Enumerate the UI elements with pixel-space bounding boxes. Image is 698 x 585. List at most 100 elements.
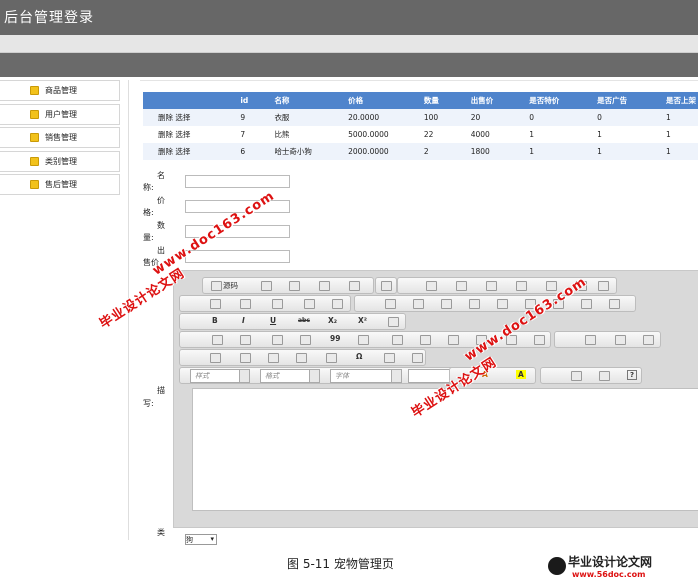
sidebar-item-users[interactable]: 用户管理	[0, 103, 120, 125]
spellcheck-icon[interactable]	[304, 299, 315, 309]
row-actions[interactable]: 删除 选择	[143, 143, 241, 160]
sidebar-item-label: 类别管理	[45, 156, 77, 166]
special-char-button[interactable]: Ω	[356, 352, 362, 361]
select-all-icon[interactable]	[272, 299, 283, 309]
div-icon[interactable]	[358, 335, 369, 345]
cell-special: 1	[529, 143, 598, 160]
iframe-icon[interactable]	[412, 353, 423, 363]
row-actions[interactable]: 删除 选择	[143, 126, 241, 143]
chevron-down-icon	[391, 370, 401, 382]
superscript-button[interactable]: X²	[358, 316, 367, 325]
find-icon[interactable]	[210, 299, 221, 309]
toolbar-group-insert: Ω	[179, 349, 426, 366]
source-button[interactable]: 源码	[223, 280, 238, 291]
folder-icon	[30, 156, 39, 166]
style-combo[interactable]: 样式	[190, 369, 250, 383]
table-row: 删除 选择 9 衣服 20.0000 100 20 0 0 1	[143, 109, 698, 126]
numbered-list-icon[interactable]	[212, 335, 223, 345]
horizontal-rule-icon[interactable]	[296, 353, 307, 363]
table-icon[interactable]	[268, 353, 279, 363]
cell-ad: 1	[597, 126, 666, 143]
show-blocks-icon[interactable]	[599, 371, 610, 381]
new-page-icon[interactable]	[289, 281, 300, 291]
editor-content-area[interactable]	[192, 388, 698, 511]
bold-button[interactable]: B	[212, 316, 218, 325]
logo-url: www.56doc.com	[572, 570, 646, 579]
sidebar-item-sales[interactable]: 销售管理	[0, 127, 120, 148]
smiley-icon[interactable]	[326, 353, 337, 363]
outdent-icon[interactable]	[272, 335, 283, 345]
row-actions[interactable]: 删除 选择	[143, 109, 241, 126]
unlink-icon[interactable]	[615, 335, 626, 345]
print-icon[interactable]	[349, 281, 360, 291]
font-combo[interactable]: 字体	[330, 369, 402, 383]
checkbox-icon[interactable]	[413, 299, 424, 309]
copy-icon[interactable]	[456, 281, 467, 291]
cut-icon[interactable]	[426, 281, 437, 291]
italic-button[interactable]: I	[242, 316, 245, 325]
folder-icon	[30, 133, 39, 142]
site-logo: 毕业设计论文网 www.56doc.com	[548, 551, 698, 585]
cell-qty: 100	[423, 109, 471, 126]
replace-icon[interactable]	[240, 299, 251, 309]
logo-mark-icon	[548, 557, 566, 575]
sidebar-item-label: 销售管理	[45, 133, 77, 142]
paste-text-icon[interactable]	[516, 281, 527, 291]
image-icon[interactable]	[210, 353, 221, 363]
image-button-icon[interactable]	[581, 299, 592, 309]
toolbar-group-styles: 样式 格式 字体	[179, 367, 471, 384]
flash-icon[interactable]	[240, 353, 251, 363]
sidebar: 商品管理 用户管理 销售管理 类别管理 售后管理	[0, 80, 120, 198]
align-right-icon[interactable]	[448, 335, 459, 345]
form-icon[interactable]	[385, 299, 396, 309]
sidebar-item-aftersale[interactable]: 售后管理	[0, 174, 120, 195]
cell-shelf: 1	[665, 143, 698, 160]
anchor-icon[interactable]	[643, 335, 654, 345]
save-icon[interactable]	[261, 281, 272, 291]
strike-button[interactable]: abc	[298, 317, 310, 324]
help-button[interactable]: ?	[627, 370, 638, 380]
table-header-row: id 名称 价格 数量 出售价 是否特价 是否广告 是否上架	[143, 92, 698, 109]
paste-word-icon[interactable]	[546, 281, 557, 291]
align-left-icon[interactable]	[392, 335, 403, 345]
blockquote-button[interactable]: 99	[330, 334, 340, 343]
bulleted-list-icon[interactable]	[240, 335, 251, 345]
cell-name: 哈士奇小狗	[274, 143, 349, 160]
folder-icon	[30, 109, 39, 119]
preview-icon[interactable]	[319, 281, 330, 291]
radio-icon[interactable]	[441, 299, 452, 309]
type-select[interactable]: 狗 ▾	[185, 534, 217, 545]
table-row: 删除 选择 6 哈士奇小狗 2000.0000 2 1800 1 1 1	[143, 143, 698, 160]
bg-color-button[interactable]: A	[516, 370, 526, 379]
format-combo[interactable]: 格式	[260, 369, 320, 383]
hidden-field-icon[interactable]	[609, 299, 620, 309]
eraser-icon[interactable]	[388, 317, 399, 327]
redo-icon[interactable]	[598, 281, 609, 291]
subscript-button[interactable]: X₂	[328, 316, 337, 325]
paste-icon[interactable]	[486, 281, 497, 291]
underline-button[interactable]: U	[270, 316, 276, 325]
name-input[interactable]	[185, 175, 290, 188]
cell-id: 9	[240, 109, 275, 126]
textarea-icon[interactable]	[497, 299, 508, 309]
sidebar-item-category[interactable]: 类别管理	[0, 150, 120, 172]
source-icon[interactable]	[211, 281, 222, 291]
indent-icon[interactable]	[300, 335, 311, 345]
sidebar-item-goods[interactable]: 商品管理	[0, 80, 120, 101]
cell-ad: 1	[597, 143, 666, 160]
rtl-icon[interactable]	[534, 335, 545, 345]
textfield-icon[interactable]	[469, 299, 480, 309]
logo-title: 毕业设计论文网	[568, 555, 653, 569]
col-id: id	[240, 92, 275, 109]
align-center-icon[interactable]	[420, 335, 431, 345]
cell-special: 1	[529, 126, 598, 143]
sidebar-item-label: 商品管理	[45, 86, 77, 95]
page-break-icon[interactable]	[384, 353, 395, 363]
sale-price-input[interactable]	[185, 250, 290, 263]
qty-label-bottom: 量:	[143, 233, 154, 242]
link-icon[interactable]	[585, 335, 596, 345]
maximize-icon[interactable]	[571, 371, 582, 381]
product-table: id 名称 价格 数量 出售价 是否特价 是否广告 是否上架 删除 选择 9 衣…	[143, 92, 698, 160]
templates-icon[interactable]	[381, 281, 392, 291]
spellcheck-as-you-type-icon[interactable]	[332, 299, 343, 309]
